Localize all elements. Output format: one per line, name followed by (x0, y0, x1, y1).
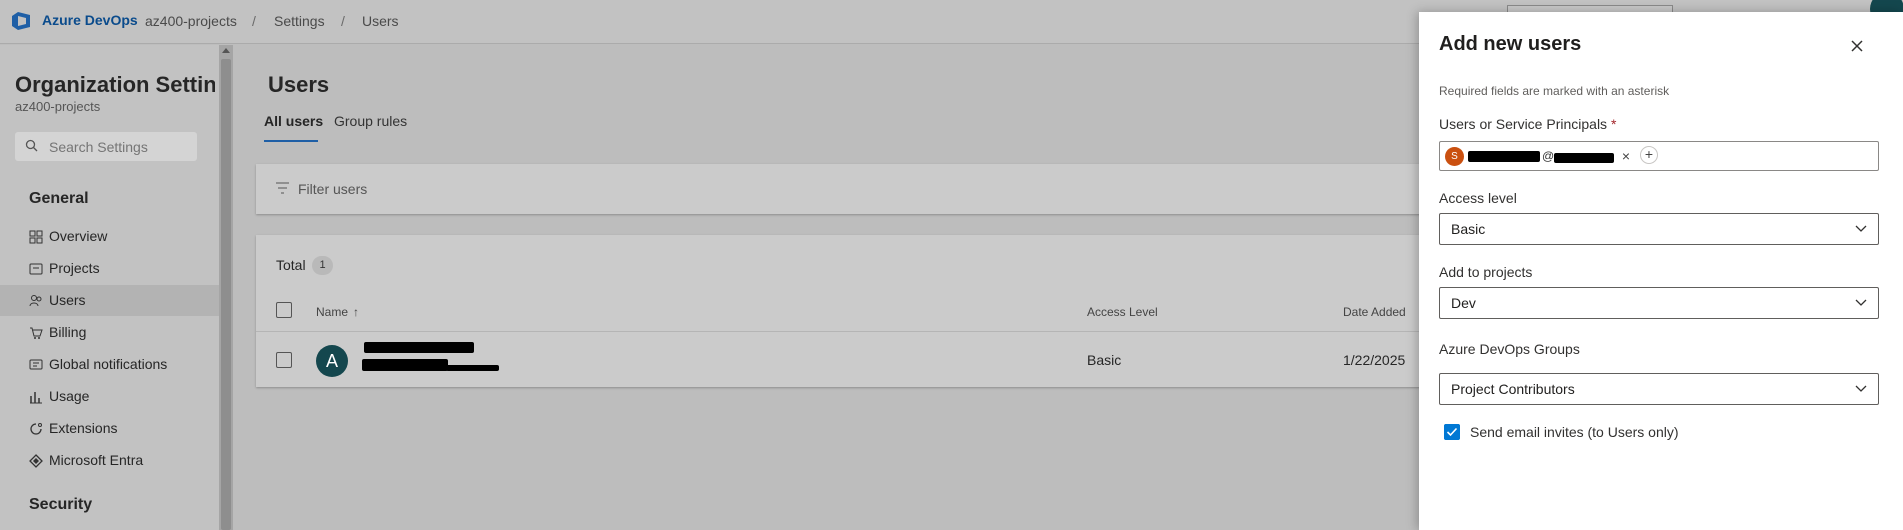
chart-icon (30, 392, 42, 404)
redacted-user-name (364, 342, 474, 353)
column-header-date-added[interactable]: Date Added (1343, 305, 1406, 319)
sidebar-item-label: Users (49, 292, 86, 308)
column-header-access-level[interactable]: Access Level (1087, 305, 1158, 319)
cell-date-added: 1/22/2025 (1343, 352, 1406, 368)
search-settings-box[interactable] (15, 132, 197, 161)
access-level-label: Access level (1439, 190, 1517, 206)
cart-icon (30, 327, 43, 339)
projects-icon (29, 263, 43, 275)
filter-users-input[interactable]: Filter users (298, 181, 367, 197)
projects-dropdown[interactable]: Dev (1439, 287, 1879, 319)
send-invites-checkbox[interactable] (1444, 424, 1460, 440)
selected-tab-indicator (264, 140, 318, 142)
panel-title: Add new users (1439, 33, 1582, 55)
breadcrumb-org[interactable]: az400-projects (145, 13, 237, 29)
sidebar-item-usage[interactable]: Usage (0, 381, 219, 412)
notification-icon (29, 359, 43, 370)
breadcrumb-separator: / (341, 13, 345, 29)
sidebar-item-extensions[interactable]: Extensions (0, 413, 219, 444)
tab-all-users[interactable]: All users (264, 113, 323, 129)
access-level-dropdown[interactable]: Basic (1439, 213, 1879, 245)
redacted-principal-name (1468, 151, 1540, 162)
principal-chip-avatar: S (1445, 147, 1464, 166)
cell-access-level: Basic (1087, 352, 1122, 368)
principal-email-at: @ (1542, 149, 1555, 163)
grid-icon (29, 230, 43, 244)
filter-bar[interactable]: Filter users (256, 164, 1426, 214)
chevron-down-icon (1855, 225, 1867, 232)
groups-value: Project Contributors (1451, 381, 1575, 397)
sidebar-item-label: Usage (49, 388, 90, 404)
brand-name[interactable]: Azure DevOps (42, 12, 138, 28)
redacted-user-email (446, 365, 499, 371)
sidebar-item-label: Overview (49, 228, 108, 244)
scroll-up-arrow-icon[interactable] (222, 48, 230, 53)
sidebar-scrollbar[interactable] (219, 45, 233, 530)
extension-icon (30, 423, 42, 435)
access-level-value: Basic (1451, 221, 1486, 237)
projects-value: Dev (1451, 295, 1476, 311)
chevron-down-icon (1855, 385, 1867, 392)
sidebar-item-label: Billing (49, 324, 87, 340)
remove-principal-icon[interactable]: × (1617, 147, 1635, 165)
principals-label-text: Users or Service Principals (1439, 116, 1608, 132)
sidebar-item-microsoft-entra[interactable]: Microsoft Entra (0, 445, 219, 476)
total-label: Total (276, 257, 306, 273)
add-principal-icon[interactable]: + (1640, 146, 1658, 164)
breadcrumb-settings[interactable]: Settings (274, 13, 325, 29)
sort-ascending-icon[interactable]: ↑ (353, 305, 359, 319)
groups-dropdown[interactable]: Project Contributors (1439, 373, 1879, 405)
groups-label: Azure DevOps Groups (1439, 341, 1580, 357)
page-title: Users (268, 72, 330, 97)
section-title-security: Security (29, 496, 93, 513)
chevron-down-icon (1855, 299, 1867, 306)
avatar: A (316, 345, 348, 377)
total-count-badge: 1 (312, 256, 333, 275)
search-icon (25, 139, 38, 152)
scrollbar-thumb[interactable] (221, 59, 231, 530)
column-header-name[interactable]: Name (316, 305, 348, 319)
sidebar-item-label: Global notifications (49, 356, 168, 372)
required-asterisk: * (1610, 116, 1617, 132)
send-invites-label[interactable]: Send email invites (to Users only) (1470, 424, 1679, 440)
users-table: Total 1 Name ↑ Access Level Date Added A… (256, 235, 1426, 387)
principals-label: Users or Service Principals * (1439, 116, 1616, 132)
settings-sidebar: Organization Settin... az400-projects Ge… (0, 45, 220, 530)
redacted-user-email (362, 359, 448, 371)
users-icon (29, 295, 42, 307)
row-checkbox[interactable] (276, 352, 292, 368)
filter-icon (276, 182, 289, 194)
select-all-checkbox[interactable] (276, 302, 292, 318)
close-icon[interactable] (1843, 32, 1871, 60)
azure-devops-logo-icon[interactable] (10, 10, 32, 32)
sidebar-item-global-notifications[interactable]: Global notifications (0, 349, 219, 380)
projects-label: Add to projects (1439, 264, 1533, 280)
sidebar-title: Organization Settin... (15, 72, 215, 97)
add-new-users-panel: Add new users Required fields are marked… (1419, 12, 1903, 530)
sidebar-item-billing[interactable]: Billing (0, 317, 219, 348)
section-title-general: General (29, 190, 89, 207)
required-fields-note: Required fields are marked with an aster… (1439, 84, 1670, 98)
entra-icon (29, 454, 43, 468)
sidebar-item-label: Projects (49, 260, 100, 276)
sidebar-item-overview[interactable]: Overview (0, 221, 219, 252)
breadcrumb-separator: / (252, 13, 256, 29)
tab-group-rules[interactable]: Group rules (334, 113, 407, 129)
sidebar-item-users[interactable]: Users (0, 285, 219, 316)
sidebar-item-label: Extensions (49, 420, 118, 436)
table-row[interactable]: A Basic 1/22/2025 (256, 332, 1426, 387)
search-settings-input[interactable] (49, 138, 189, 156)
sidebar-item-projects[interactable]: Projects (0, 253, 219, 284)
principals-picker[interactable]: S @ × + (1439, 141, 1879, 171)
sidebar-subtitle: az400-projects (15, 99, 101, 114)
sidebar-item-label: Microsoft Entra (49, 452, 144, 468)
redacted-principal-domain (1554, 153, 1614, 163)
breadcrumb-users[interactable]: Users (362, 13, 399, 29)
